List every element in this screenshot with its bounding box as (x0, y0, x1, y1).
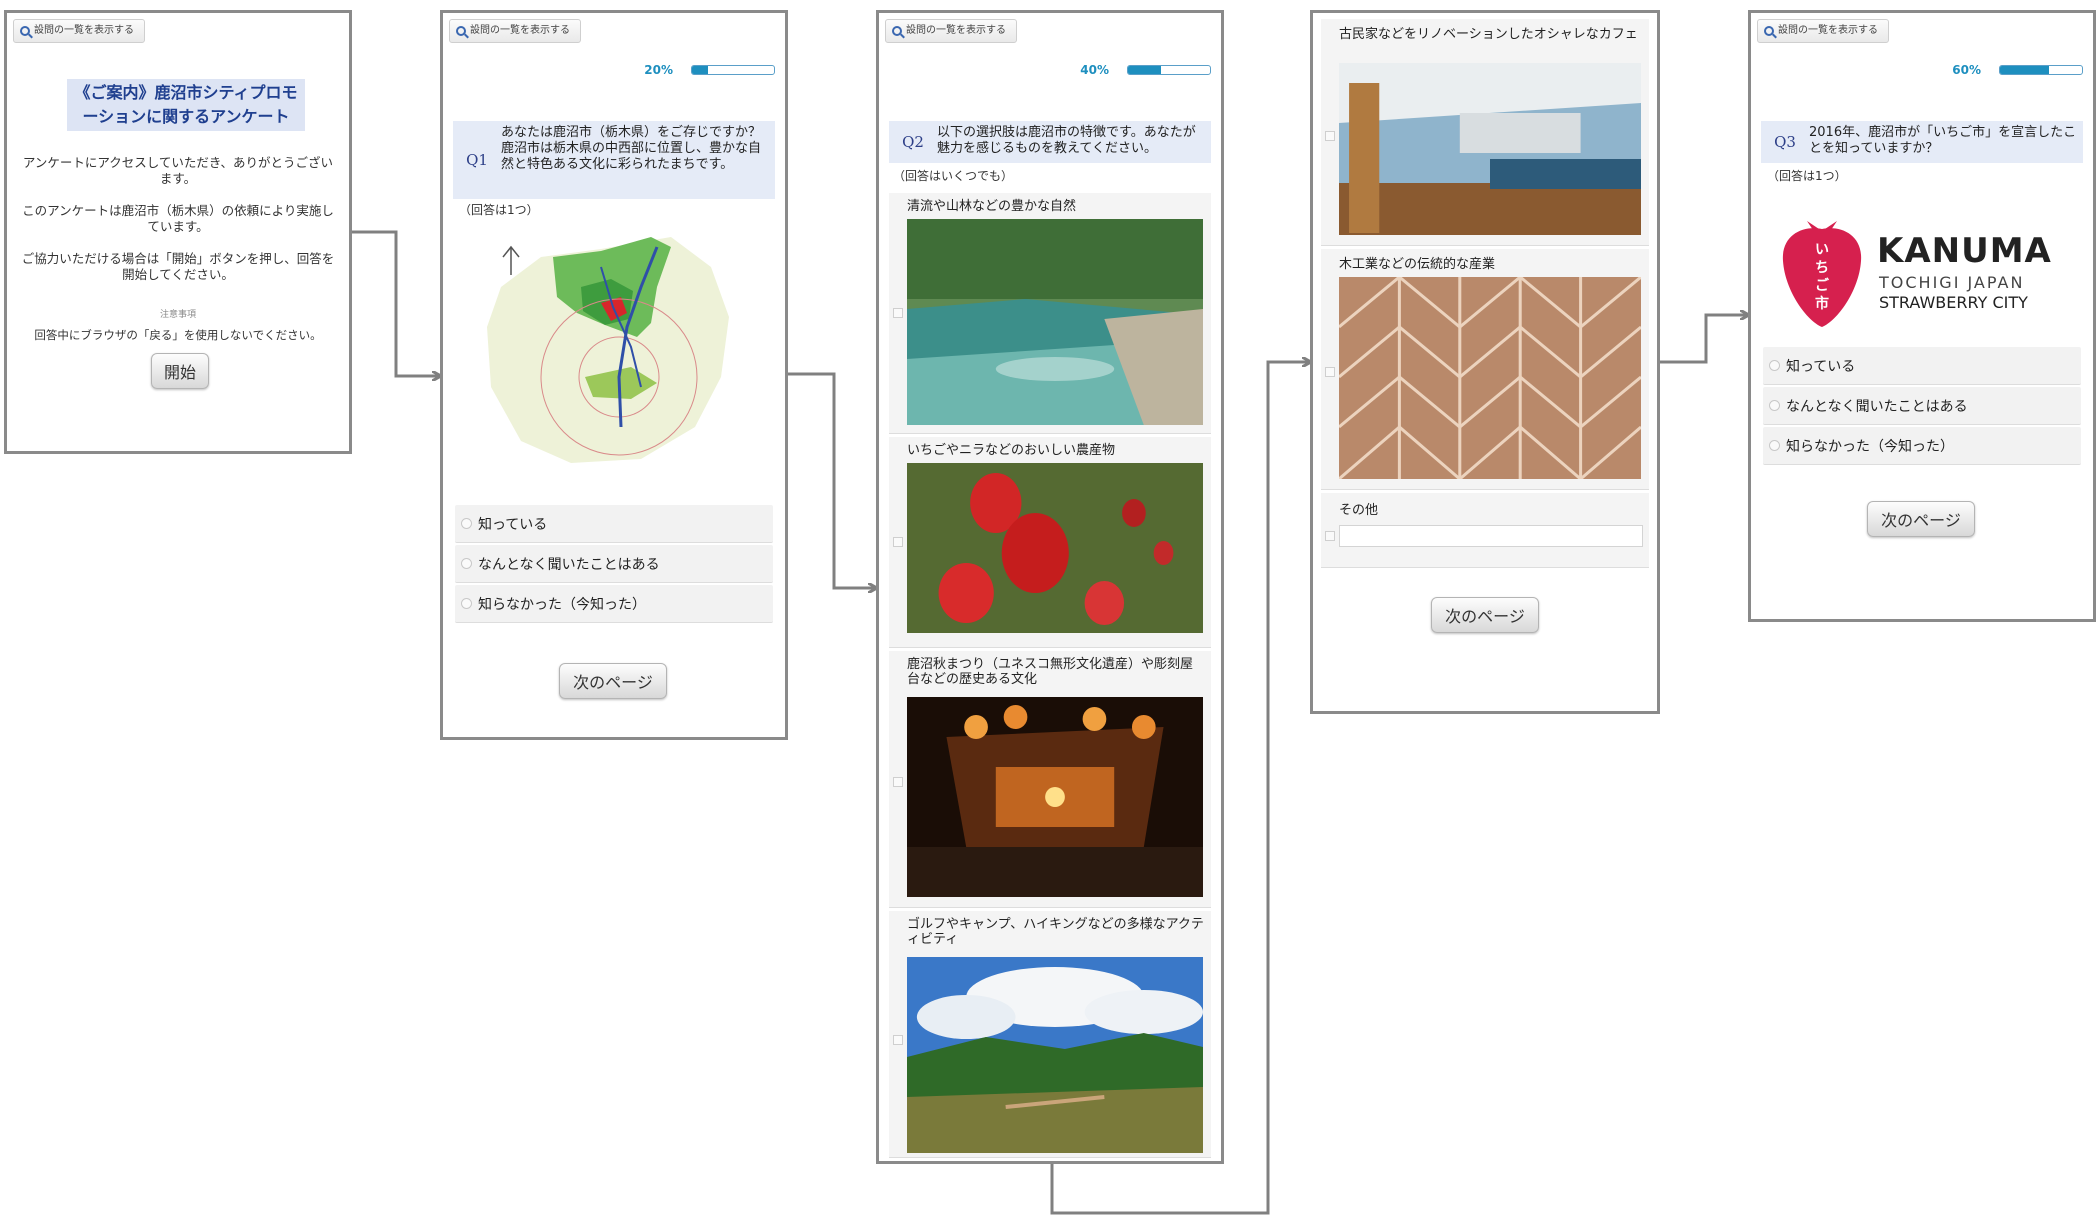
radio-icon (1769, 360, 1780, 371)
question-list-button[interactable]: 設問の一覧を表示する (449, 19, 581, 43)
search-icon (20, 26, 30, 36)
strawberry-photo (907, 463, 1203, 633)
panel-q2-continued: 古民家などをリノベーションしたオシャレなカフェ 木工業などの伝統的な産業 その他… (1310, 10, 1660, 714)
choice-label: その他 (1339, 503, 1379, 518)
option-didnt-know[interactable]: 知らなかった（今知った） (455, 585, 773, 623)
choice-festival[interactable]: 鹿沼秋まつり（ユネスコ無形文化遺産）や彫刻屋台などの歴史ある文化 (889, 651, 1211, 908)
panel-q2: 設問の一覧を表示する 40% Q2 以下の選択肢は鹿沼市の特徴です。あなたが魅力… (876, 10, 1224, 1164)
radio-icon (461, 518, 472, 529)
progress-fill (692, 66, 709, 74)
search-icon (892, 26, 902, 36)
checkbox[interactable] (1325, 367, 1335, 377)
question-list-button[interactable]: 設問の一覧を表示する (1757, 19, 1889, 43)
radio-icon (1769, 440, 1780, 451)
question-list-button[interactable]: 設問の一覧を表示する (885, 19, 1017, 43)
notice-text: 回答中にブラウザの「戻る」を使用しないでください。 (34, 328, 322, 342)
hiking-photo (907, 957, 1203, 1153)
choice-label: 古民家などをリノベーションしたオシャレなカフェ (1339, 27, 1638, 42)
radio-icon (461, 598, 472, 609)
choice-nature[interactable]: 清流や山林などの豊かな自然 (889, 193, 1211, 434)
option-heard[interactable]: なんとなく聞いたことはある (1763, 387, 2081, 425)
question-text: あなたは鹿沼市（栃木県）をご存じですか？ 鹿沼市は栃木県の中西部に位置し、豊かな… (501, 121, 775, 199)
choice-label: ゴルフやキャンプ、ハイキングなどの多様なアクティビティ (907, 917, 1204, 947)
option-know[interactable]: 知っている (455, 505, 773, 543)
next-page-button[interactable]: 次のページ (559, 663, 667, 699)
progress-bar (1999, 65, 2083, 75)
question-text: 以下の選択肢は鹿沼市の特徴です。あなたが魅力を感じるものを教えてください。 (937, 125, 1196, 156)
choice-cafe[interactable]: 古民家などをリノベーションしたオシャレなカフェ (1321, 19, 1649, 246)
connector-4-5 (1660, 315, 1748, 364)
option-know[interactable]: 知っている (1763, 347, 2081, 385)
progress-fill (1128, 66, 1161, 74)
radio-icon (461, 558, 472, 569)
river-photo (907, 219, 1203, 425)
checkbox[interactable] (1325, 131, 1335, 141)
answer-hint: （回答は1つ） (459, 203, 539, 217)
checkbox[interactable] (893, 1035, 903, 1045)
progress-indicator: 40% (1080, 63, 1211, 77)
logo-sub: TOCHIGI JAPAN (1879, 273, 2025, 292)
panel-intro: 設問の一覧を表示する 《ご案内》鹿沼市シティプロモーションに関するアンケート ア… (4, 10, 352, 454)
question-header: Q3 2016年、鹿沼市が「いちご市」を宣言したことを知っていますか？ (1761, 121, 2083, 163)
checkbox[interactable] (1325, 531, 1335, 541)
progress-percent: 40% (1080, 63, 1109, 77)
question-header: Q1 あなたは鹿沼市（栃木県）をご存じですか？ 鹿沼市は栃木県の中西部に位置し、… (453, 121, 775, 199)
progress-indicator: 20% (644, 63, 775, 77)
intro-para-2: このアンケートは鹿沼市（栃木県）の依頼により実施しています。 (22, 203, 334, 234)
connector-2-3 (788, 372, 876, 588)
next-page-button[interactable]: 次のページ (1431, 597, 1539, 633)
choice-other[interactable]: その他 (1321, 493, 1649, 568)
choice-label: 木工業などの伝統的な産業 (1339, 257, 1496, 272)
progress-percent: 20% (644, 63, 673, 77)
progress-indicator: 60% (1952, 63, 2083, 77)
connector-1-2 (352, 230, 440, 376)
question-text: 2016年、鹿沼市が「いちご市」を宣言したことを知っていますか？ (1809, 125, 2077, 156)
progress-bar (691, 65, 775, 75)
choice-agriculture[interactable]: いちごやニラなどのおいしい農産物 (889, 437, 1211, 648)
question-number: Q1 (466, 151, 488, 169)
survey-title: 《ご案内》鹿沼市シティプロモーションに関するアンケート (67, 79, 305, 131)
question-number: Q2 (902, 133, 924, 151)
start-button[interactable]: 開始 (151, 353, 209, 389)
intro-para-1: アンケートにアクセスしていただき、ありがとうございます。 (22, 155, 334, 186)
intro-para-3: ご協力いただける場合は「開始」ボタンを押し、回答を開始してください。 (21, 251, 335, 282)
progress-bar (1127, 65, 1211, 75)
progress-fill (2000, 66, 2050, 74)
choice-woodwork[interactable]: 木工業などの伝統的な産業 (1321, 249, 1649, 490)
question-number: Q3 (1774, 133, 1796, 151)
question-header: Q2 以下の選択肢は鹿沼市の特徴です。あなたが魅力を感じるものを教えてください。 (889, 121, 1211, 163)
notice-label: 注意事項 (159, 310, 196, 320)
panel-q1: 設問の一覧を表示する 20% Q1 あなたは鹿沼市（栃木県）をご存じですか？ 鹿… (440, 10, 788, 740)
question-list-button[interactable]: 設問の一覧を表示する (13, 19, 145, 43)
kanuma-logo: いちご市 KANUMA TOCHIGI JAPAN STRAWBERRY CIT… (1777, 213, 2067, 333)
choice-activities[interactable]: ゴルフやキャンプ、ハイキングなどの多様なアクティビティ (889, 911, 1211, 1158)
checkbox[interactable] (893, 537, 903, 547)
choice-label: いちごやニラなどのおいしい農産物 (907, 443, 1116, 458)
panel-q3: 設問の一覧を表示する 60% Q3 2016年、鹿沼市が「いちご市」を宣言したこ… (1748, 10, 2096, 622)
answer-hint: （回答は1つ） (1767, 169, 1847, 183)
search-icon (456, 26, 466, 36)
option-heard[interactable]: なんとなく聞いたことはある (455, 545, 773, 583)
logo-name: KANUMA (1877, 231, 2052, 271)
kanuma-location-map (487, 237, 729, 463)
option-didnt-know[interactable]: 知らなかった（今知った） (1763, 427, 2081, 465)
checkbox[interactable] (893, 308, 903, 318)
radio-icon (1769, 400, 1780, 411)
question-note: 鹿沼市は栃木県の中西部に位置し、豊かな自然と特色ある文化に彩られたまちです。 (501, 141, 762, 172)
search-icon (1764, 26, 1774, 36)
festival-photo (907, 697, 1203, 897)
other-text-input[interactable] (1339, 525, 1643, 547)
checkbox[interactable] (893, 777, 903, 787)
next-page-button[interactable]: 次のページ (1867, 501, 1975, 537)
logo-badge-text: いちご市 (1815, 242, 1829, 312)
choice-label: 清流や山林などの豊かな自然 (907, 199, 1077, 214)
woodwork-photo (1339, 277, 1641, 479)
progress-percent: 60% (1952, 63, 1981, 77)
logo-tagline: STRAWBERRY CITY (1879, 293, 2028, 312)
cafe-photo (1339, 63, 1641, 235)
choice-label: 鹿沼秋まつり（ユネスコ無形文化遺産）や彫刻屋台などの歴史ある文化 (907, 657, 1194, 687)
answer-hint: （回答はいくつでも） (893, 169, 1014, 183)
